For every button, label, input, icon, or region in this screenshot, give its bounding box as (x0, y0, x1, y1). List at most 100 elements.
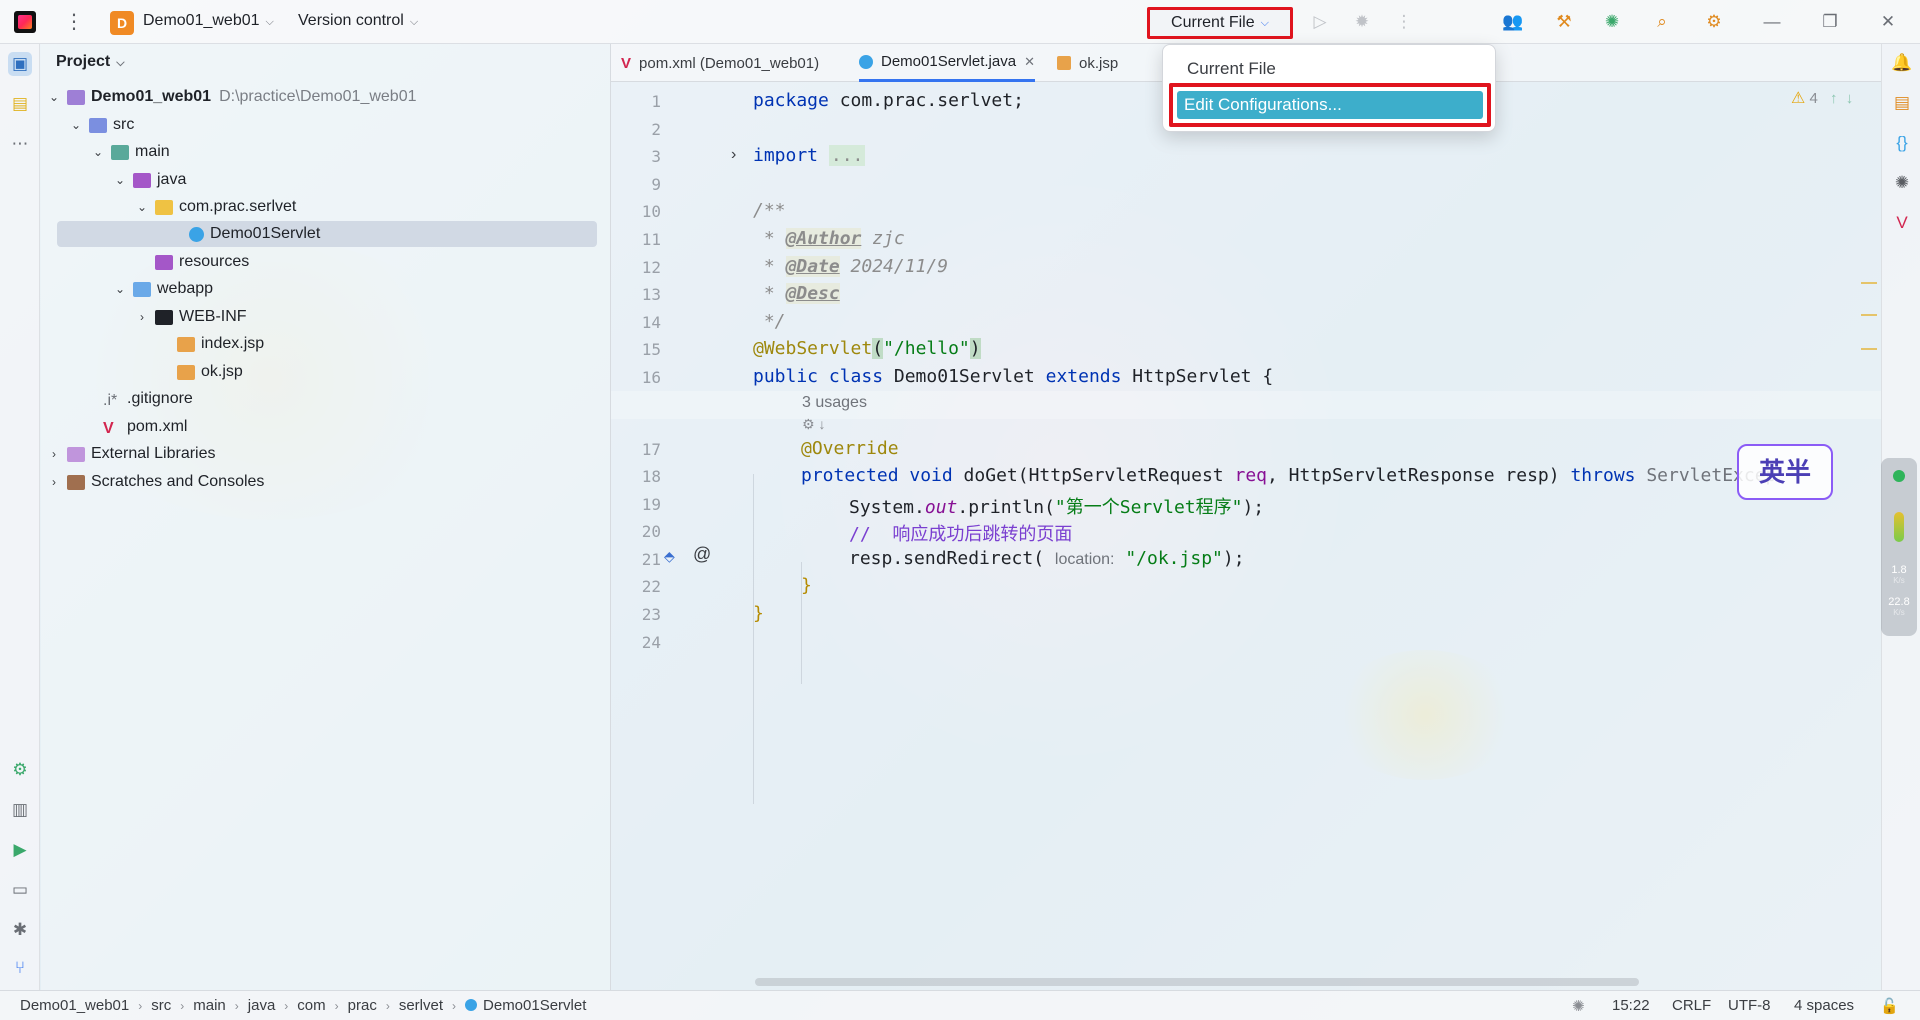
ai-assistant-icon[interactable]: ✺ (1602, 12, 1622, 32)
debug-icon[interactable]: ✹ (1352, 12, 1372, 32)
annotation-marker-icon[interactable]: @ (693, 544, 711, 565)
tree-item-ok-jsp[interactable]: ok.jsp (157, 359, 243, 385)
project-name: Demo01_web01 (143, 12, 260, 29)
breadcrumb-item[interactable]: serlvet (399, 997, 443, 1014)
caret-position[interactable]: 15:22 (1612, 997, 1650, 1014)
breadcrumb-item[interactable]: com (297, 997, 325, 1014)
tab-pom-xml[interactable]: V pom.xml (Demo01_web01) (621, 44, 819, 82)
tree-item-label: Demo01_web01 (91, 88, 212, 105)
ai-icon[interactable]: ✺ (1891, 172, 1913, 194)
code-with-me-icon[interactable]: 👥 (1502, 12, 1523, 32)
close-tab-icon[interactable]: ✕ (1024, 54, 1035, 70)
collapse-arrow-icon[interactable]: › (47, 447, 61, 461)
intellij-logo-icon[interactable] (14, 11, 36, 33)
expand-arrow-icon[interactable]: ⌄ (47, 90, 61, 104)
tree-item-index-jsp[interactable]: index.jsp (157, 331, 264, 357)
tree-item-scratches[interactable]: › Scratches and Consoles (47, 469, 264, 495)
main-menu-icon[interactable]: ⋮ (64, 11, 84, 33)
line-number: 14 (641, 313, 661, 332)
indent-setting[interactable]: 4 spaces (1794, 997, 1854, 1014)
maven-icon[interactable]: V (1891, 212, 1913, 234)
expand-arrow-icon[interactable]: ⌄ (113, 173, 127, 187)
download-speed: 22.8 (1888, 596, 1910, 608)
tab-demo01servlet-java[interactable]: Demo01Servlet.java ✕ (859, 44, 1035, 82)
expand-arrow-icon[interactable]: ⌄ (113, 282, 127, 296)
left-tool-strip: ▣ ▤ ⋯ ⚙ ▥ ▶ ▭ ✱ ⑂ (0, 44, 40, 990)
tree-item-external-libraries[interactable]: › External Libraries (47, 441, 216, 467)
tree-item-demo01-web01[interactable]: ⌄ Demo01_web01 D:\practice\Demo01_web01 (47, 84, 417, 110)
project-tool-icon[interactable]: ▣ (8, 52, 32, 76)
next-highlight-icon[interactable]: ↓ (1846, 90, 1854, 107)
line-number: 3 (651, 147, 661, 166)
more-actions-icon[interactable]: ⋮ (1394, 12, 1414, 32)
tree-item-web-inf[interactable]: › WEB-INF (135, 304, 247, 330)
search-icon[interactable]: ⌕ (1652, 12, 1672, 32)
terminal-icon[interactable]: ▭ (8, 878, 32, 902)
settings-icon[interactable]: ⚙ (1704, 12, 1724, 32)
run-tool-icon[interactable]: ▶ (8, 838, 32, 862)
usages-hint[interactable]: 3 usages (802, 394, 867, 412)
more-tools-icon[interactable]: ⋯ (8, 132, 32, 156)
horizontal-scrollbar[interactable] (755, 978, 1639, 986)
breadcrumb-item[interactable]: main (193, 997, 226, 1014)
tree-item-pom-xml[interactable]: V pom.xml (83, 414, 187, 440)
notifications-icon[interactable]: 🔔 (1891, 52, 1913, 74)
minimize-icon[interactable]: — (1762, 12, 1782, 32)
expand-arrow-icon[interactable]: ⌄ (91, 145, 105, 159)
collapse-arrow-icon[interactable]: › (135, 310, 149, 324)
json-icon[interactable]: {} (1891, 132, 1913, 154)
edit-configurations-menu-item[interactable]: Edit Configurations... (1177, 91, 1483, 119)
breadcrumb-item[interactable]: prac (348, 997, 377, 1014)
project-panel-header[interactable]: Project ⌵ (56, 53, 125, 71)
line-separator[interactable]: CRLF (1672, 997, 1711, 1014)
tab-ok-jsp[interactable]: ok.jsp (1057, 44, 1118, 82)
file-encoding[interactable]: UTF-8 (1728, 997, 1771, 1014)
version-control-menu[interactable]: Version control ⌵ (298, 12, 418, 30)
fold-arrow-icon[interactable]: › (731, 146, 736, 164)
breadcrumb-item[interactable]: Demo01_web01 (20, 997, 129, 1014)
problems-icon[interactable]: ✱ (8, 918, 32, 942)
previous-highlight-icon[interactable]: ↑ (1830, 90, 1838, 107)
ai-status-icon[interactable]: ✺ (1572, 997, 1585, 1015)
tree-item-gitignore[interactable]: .i* .gitignore (83, 386, 193, 412)
lock-icon[interactable]: 🔓 (1880, 997, 1899, 1015)
chevron-right-icon: › (385, 999, 390, 1013)
ime-status-badge[interactable]: 英半 (1737, 444, 1833, 500)
close-icon[interactable]: ✕ (1878, 12, 1898, 32)
tree-item-demo01servlet[interactable]: Demo01Servlet (57, 221, 597, 247)
expand-arrow-icon[interactable]: ⌄ (69, 118, 83, 132)
git-icon[interactable]: ⑂ (8, 956, 32, 980)
override-marker-icon[interactable]: ⬘ (664, 548, 675, 565)
usage-icons[interactable]: ⚙ ↓ (802, 416, 825, 433)
bookmarks-icon[interactable]: ▤ (8, 92, 32, 116)
upload-speed-unit: K/s (1893, 576, 1905, 585)
tree-item-webapp[interactable]: ⌄ webapp (113, 276, 213, 302)
breadcrumb-item[interactable]: java (248, 997, 276, 1014)
collapse-arrow-icon[interactable]: › (47, 475, 61, 489)
folder-icon (111, 144, 129, 160)
run-icon[interactable]: ▷ (1310, 12, 1330, 32)
project-selector[interactable]: Demo01_web01 ⌵ (143, 12, 274, 30)
project-badge[interactable]: D (110, 11, 134, 35)
scrollbar-mark[interactable] (1861, 348, 1877, 350)
inspection-widget[interactable]: ⚠ 4 ↑ ↓ (1791, 88, 1853, 108)
run-configuration-selector[interactable]: Current File ⌵ (1147, 7, 1293, 39)
database-icon[interactable]: ▥ (8, 798, 32, 822)
database-icon[interactable]: ▤ (1891, 92, 1913, 114)
code-editor[interactable]: 1 2 3 9 10 11 12 13 14 15 16 17 18 19 20… (611, 82, 1881, 990)
tree-item-java[interactable]: ⌄ java (113, 167, 186, 193)
build-tools-icon[interactable]: ⚒ (1554, 12, 1574, 32)
code-line-20: // 响应成功后跳转的页面 (849, 524, 1073, 545)
services-icon[interactable]: ⚙ (8, 758, 32, 782)
dropdown-current-file[interactable]: Current File (1187, 59, 1276, 79)
scrollbar-mark[interactable] (1861, 314, 1877, 316)
expand-arrow-icon[interactable]: ⌄ (135, 200, 149, 214)
scrollbar-mark[interactable] (1861, 282, 1877, 284)
tree-item-resources[interactable]: resources (135, 249, 249, 275)
tree-item-package[interactable]: ⌄ com.prac.serlvet (135, 194, 296, 220)
tree-item-src[interactable]: ⌄ src (69, 112, 134, 138)
tree-item-main[interactable]: ⌄ main (91, 139, 170, 165)
breadcrumb-item[interactable]: Demo01Servlet (483, 997, 586, 1014)
breadcrumb-item[interactable]: src (151, 997, 171, 1014)
restore-icon[interactable]: ❐ (1820, 12, 1840, 32)
